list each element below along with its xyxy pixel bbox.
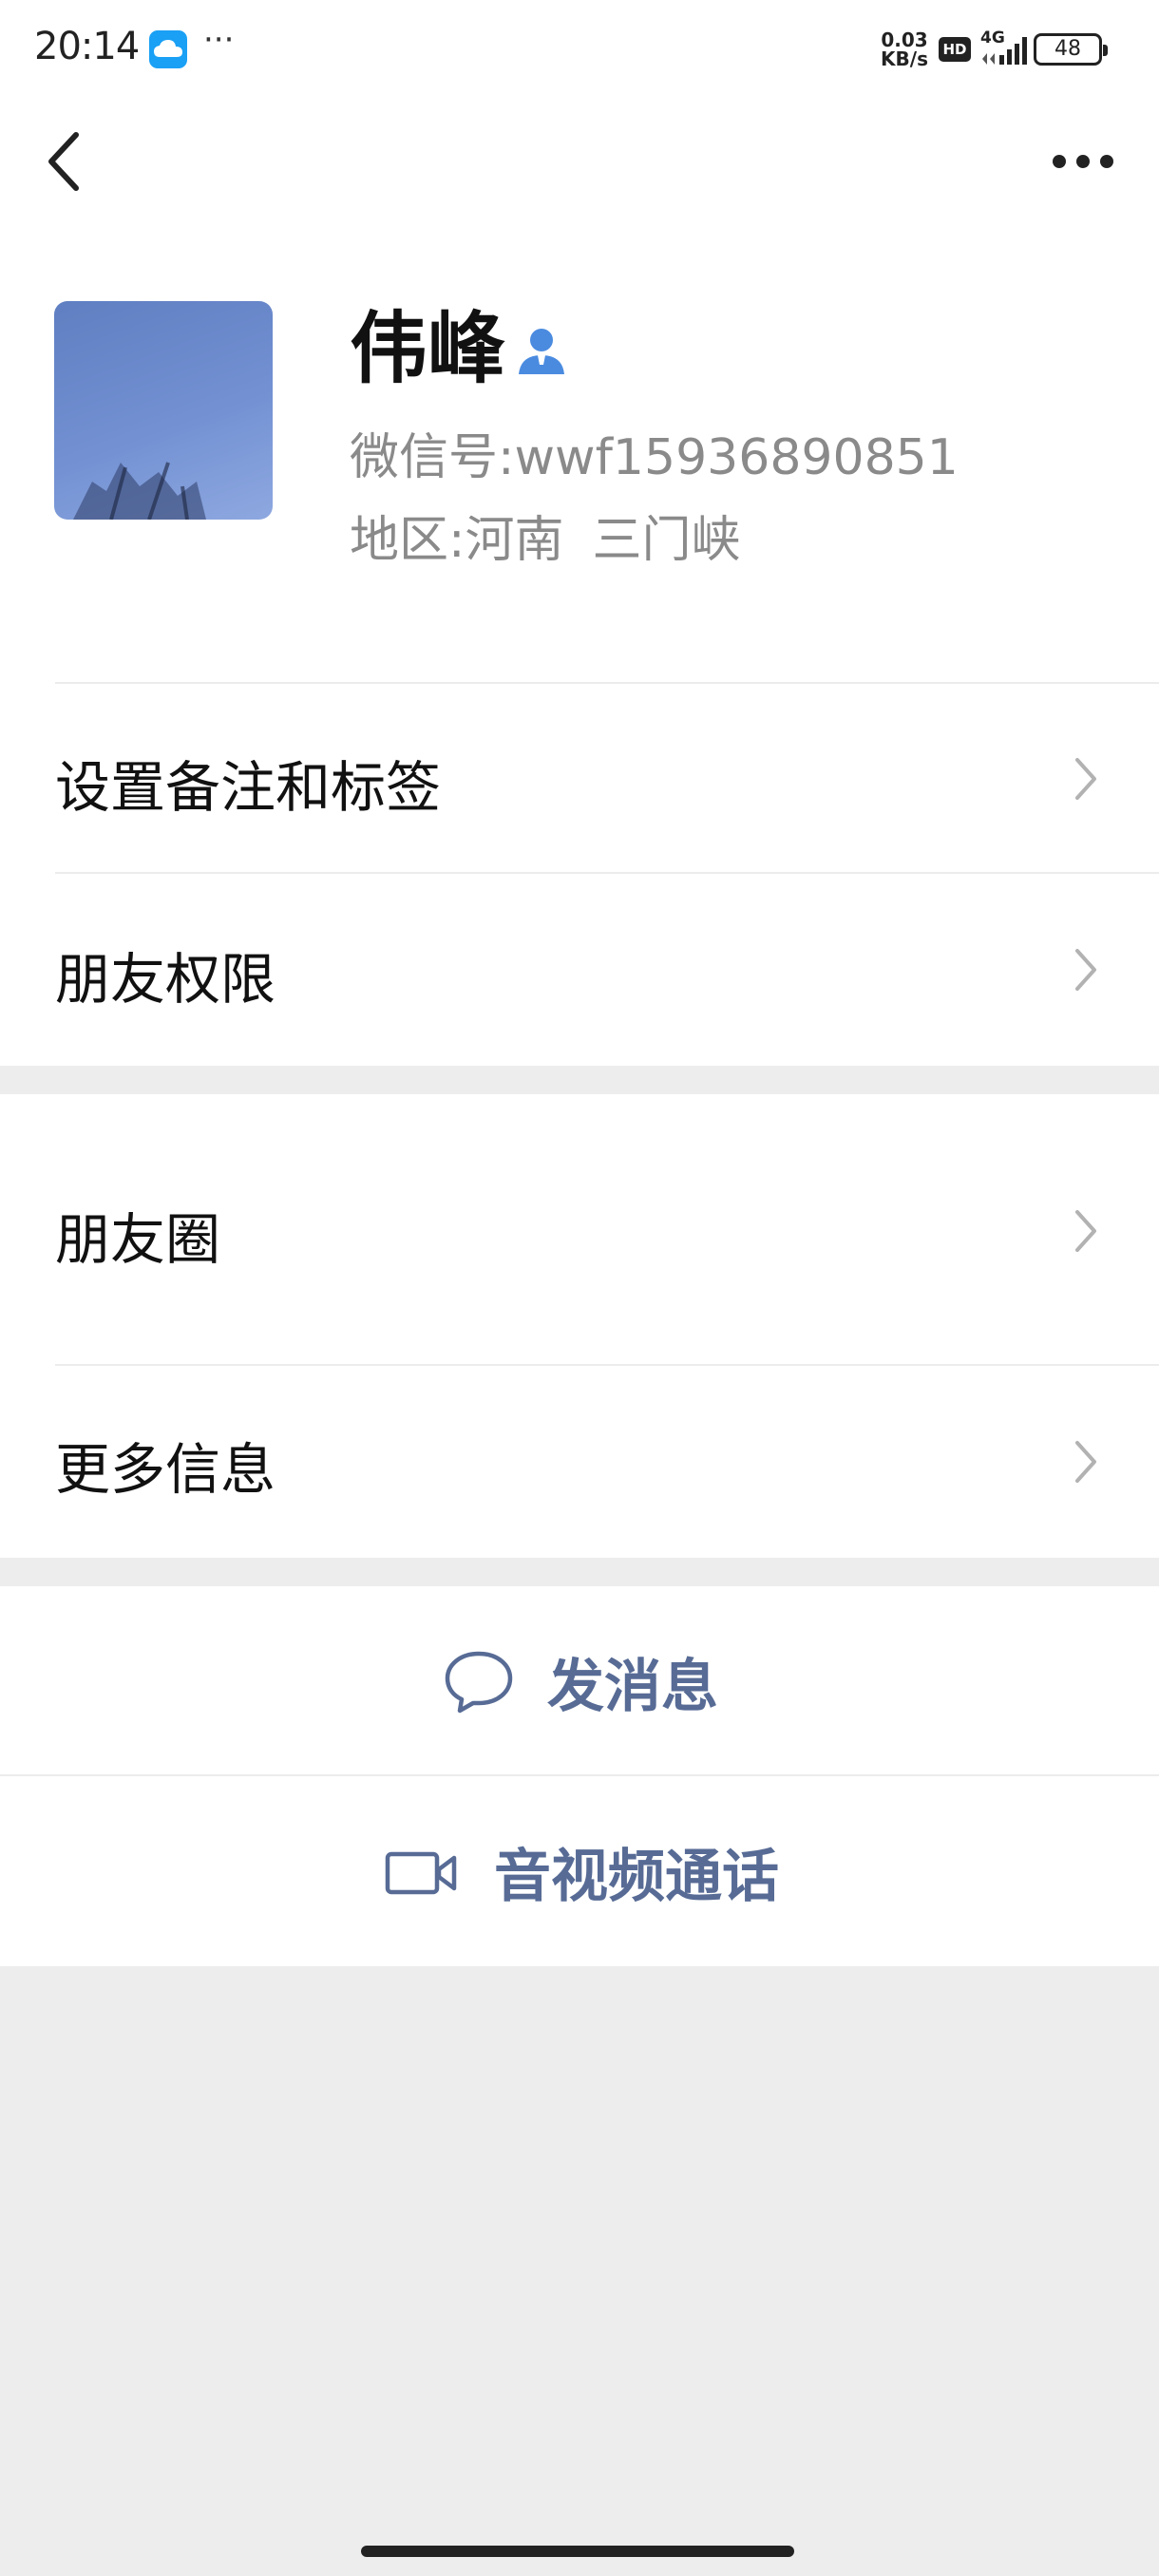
contact-person-icon (513, 321, 570, 378)
region-city: 三门峡 (592, 512, 741, 569)
chevron-right-icon (1075, 949, 1096, 991)
send-message-label: 发消息 (547, 1653, 718, 1720)
video-camera-icon (385, 1851, 457, 1895)
more-button[interactable] (1045, 138, 1121, 185)
status-time: 20:14 (34, 25, 140, 68)
wechat-id-value: wwf15936890851 (514, 429, 959, 486)
wechat-id: 微信号:wwf15936890851 (350, 429, 959, 486)
moments-row[interactable]: 朋友圈 (0, 1094, 1159, 1366)
home-indicator[interactable] (361, 2546, 794, 2557)
more-info-label: 更多信息 (55, 1437, 276, 1502)
chevron-right-icon (1075, 1210, 1096, 1252)
friend-permissions-row[interactable]: 朋友权限 (0, 874, 1159, 1066)
nav-bar (0, 95, 1159, 237)
av-call-button[interactable]: 音视频通话 (0, 1776, 1159, 1966)
hd-badge: HD (939, 37, 971, 62)
chevron-left-icon (48, 132, 79, 191)
chevron-right-icon (1075, 1441, 1096, 1483)
profile-header: 伟峰 微信号:wwf15936890851 地区:河南 三门峡 (0, 237, 1159, 684)
more-info-row[interactable]: 更多信息 (0, 1366, 1159, 1558)
network-speed: 0.03 KB/s (881, 28, 928, 70)
remark-tags-label: 设置备注和标签 (55, 755, 442, 820)
notification-overflow-icon: ··· (203, 21, 235, 59)
avatar[interactable] (54, 301, 273, 520)
region: 地区:河南 三门峡 (350, 512, 741, 569)
region-province: 河南 (465, 512, 564, 569)
remark-tags-row[interactable]: 设置备注和标签 (0, 684, 1159, 874)
status-bar: 20:14 ··· 0.03 KB/s HD 4G 48 (0, 0, 1159, 95)
av-call-label: 音视频通话 (494, 1843, 779, 1910)
friend-permissions-label: 朋友权限 (55, 947, 276, 1012)
more-dots-icon (1053, 155, 1113, 168)
signal-icon: 4G (978, 28, 1036, 68)
chat-bubble-icon (445, 1651, 513, 1714)
back-button[interactable] (38, 123, 95, 199)
battery-indicator: 48 (1034, 33, 1108, 66)
chevron-right-icon (1075, 758, 1096, 800)
moments-label: 朋友圈 (55, 1207, 221, 1272)
send-message-button[interactable]: 发消息 (0, 1586, 1159, 1776)
cloud-app-icon (149, 30, 187, 68)
profile-name: 伟峰 (350, 304, 506, 394)
